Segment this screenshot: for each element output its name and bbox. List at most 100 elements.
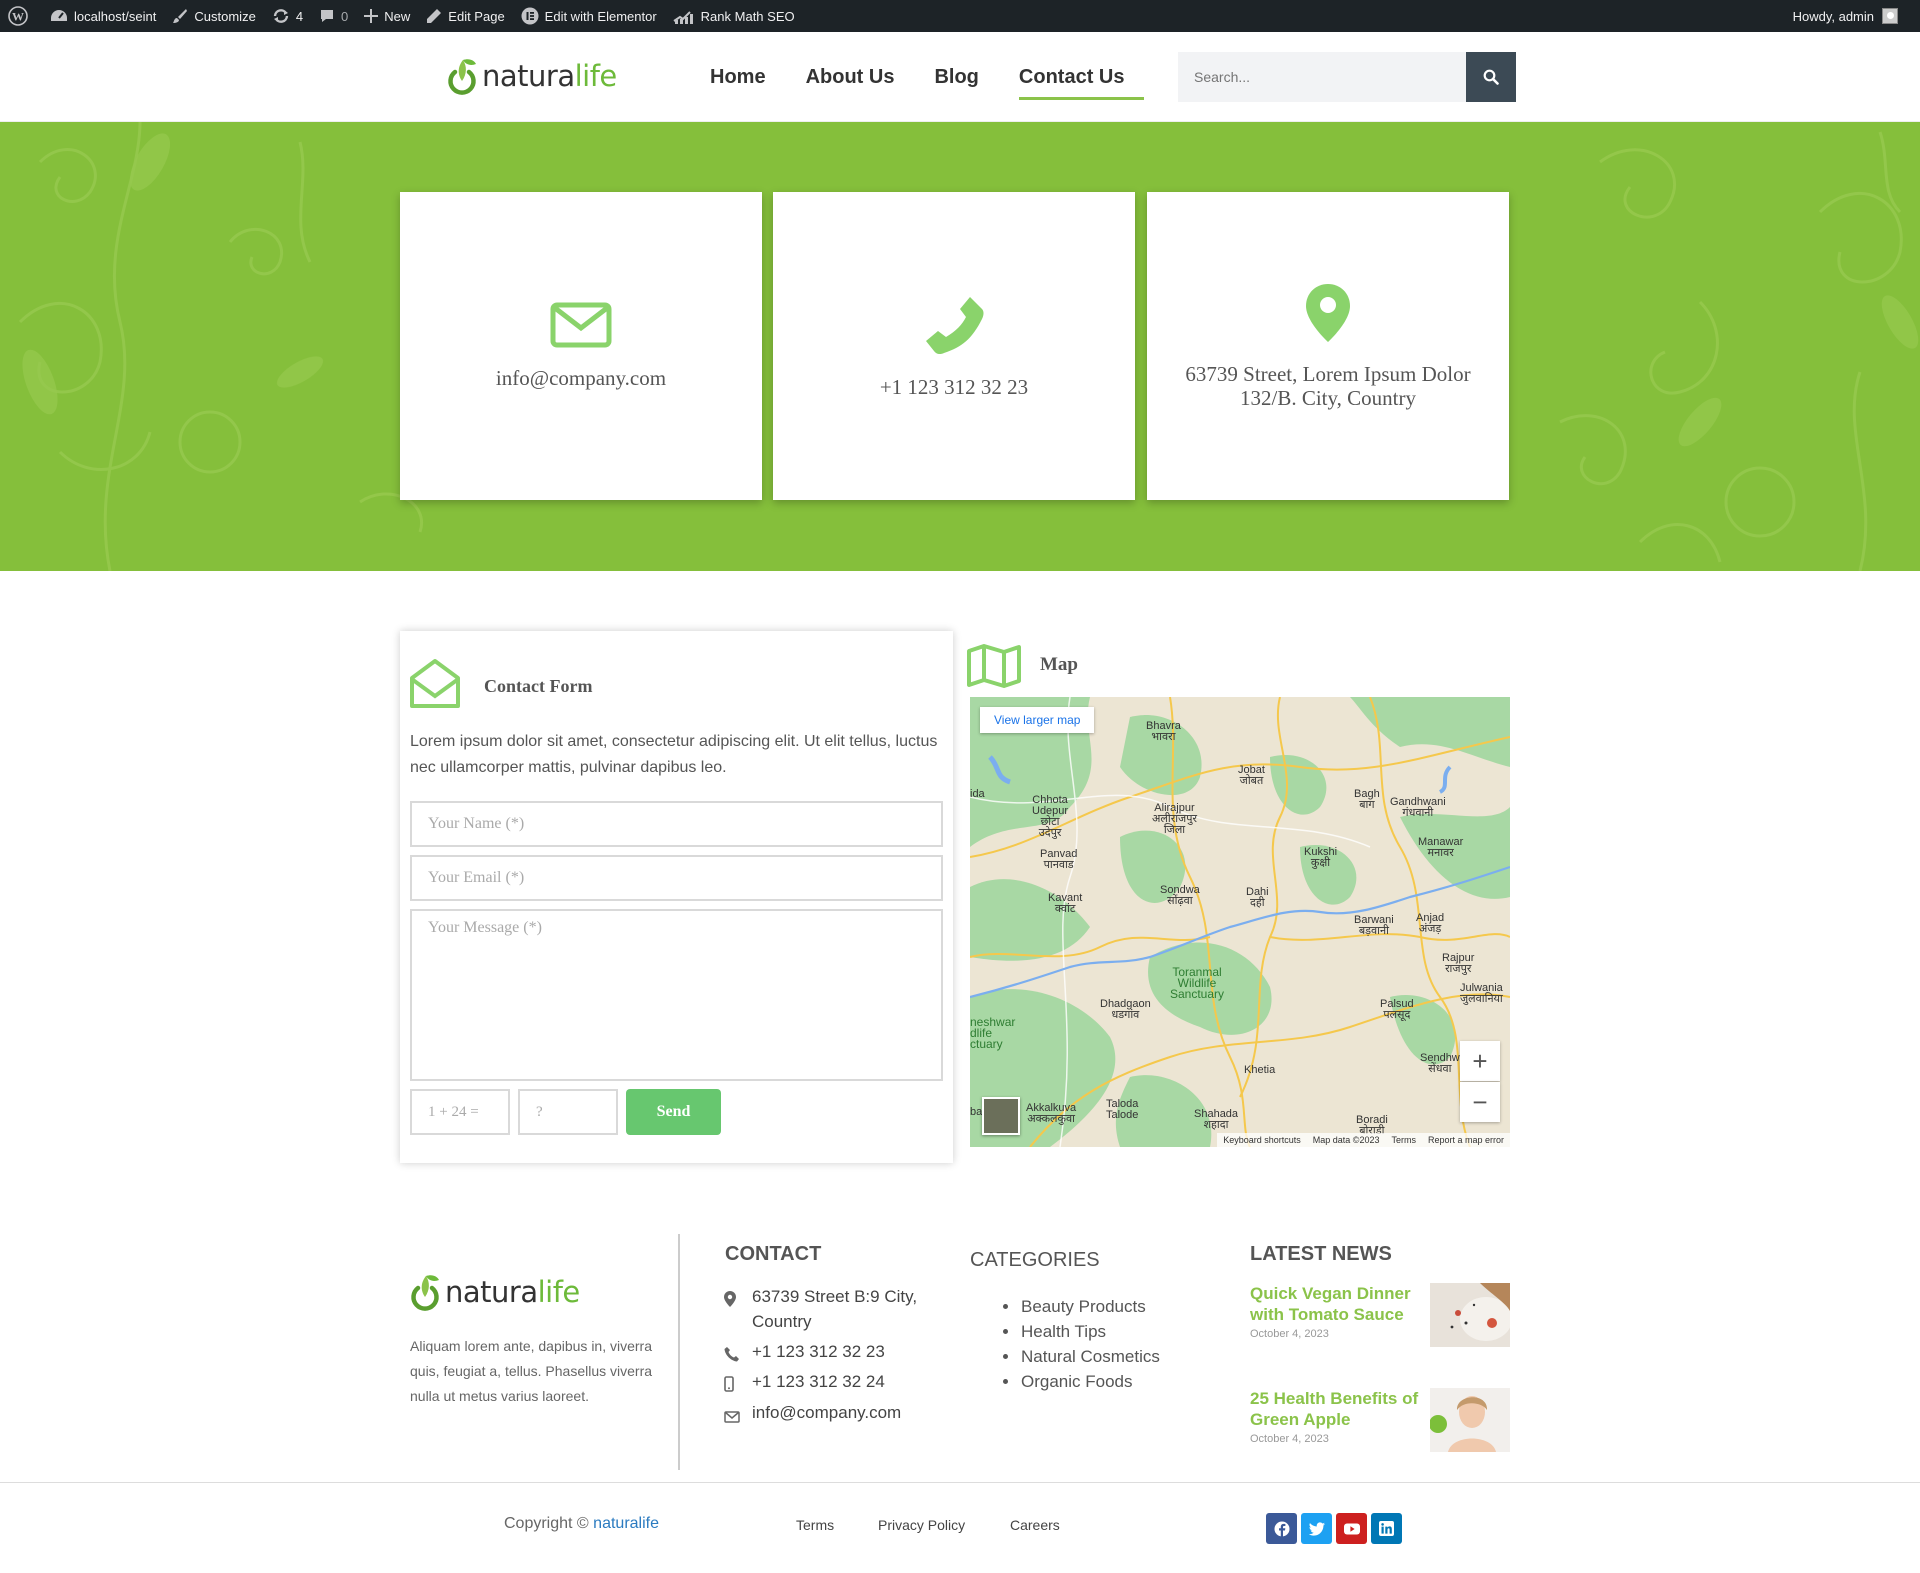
- site-logo[interactable]: naturalife: [445, 56, 617, 96]
- map-label-bhavra: Bhavra भावरा: [1146, 720, 1181, 743]
- logo-text: naturalife: [482, 59, 617, 93]
- contact-form-description: Lorem ipsum dolor sit amet, consectetur …: [410, 733, 938, 776]
- admin-bar-comments[interactable]: 0: [311, 0, 356, 32]
- category-natural-cosmetics[interactable]: Natural Cosmetics: [1000, 1344, 1160, 1369]
- address-info-card: 63739 Street, Lorem Ipsum Dolor 132/B. C…: [1147, 192, 1509, 500]
- map-label-dhadgaon: Dhadgaon धडगांव: [1100, 998, 1151, 1021]
- footer-link-terms[interactable]: Terms: [796, 1517, 834, 1533]
- open-envelope-icon: [410, 659, 460, 708]
- facebook-button[interactable]: [1266, 1513, 1297, 1544]
- footer-link-careers[interactable]: Careers: [1010, 1517, 1060, 1533]
- footer-latest-news-heading: LATEST NEWS: [1250, 1243, 1392, 1265]
- map-marker-icon: [724, 1291, 736, 1307]
- message-field[interactable]: Your Message (*): [410, 909, 943, 1081]
- map-label-bagh: Bagh बाग: [1354, 788, 1380, 811]
- news-item[interactable]: 25 Health Benefits of Green Apple Octobe…: [1250, 1388, 1510, 1452]
- map-label-julwania: Julwania जुलवानिया: [1460, 982, 1503, 1005]
- admin-bar-rank-math[interactable]: Rank Math SEO: [665, 0, 803, 32]
- category-organic-foods[interactable]: Organic Foods: [1000, 1369, 1160, 1394]
- linkedin-icon: [1379, 1521, 1394, 1536]
- admin-bar-customize[interactable]: Customize: [164, 0, 263, 32]
- envelope-icon: [550, 302, 612, 348]
- map-label-rajpur: Rajpur राजपुर: [1442, 952, 1475, 975]
- map-label-barwani: Barwani बड़वानी: [1354, 914, 1394, 937]
- admin-bar-edit-page[interactable]: Edit Page: [418, 0, 512, 32]
- site-name: localhost/seint: [74, 8, 157, 24]
- zoom-out-button[interactable]: −: [1460, 1082, 1500, 1122]
- map-attribution: Keyboard shortcuts Map data ©2023 Terms …: [1217, 1133, 1510, 1147]
- phone-icon: [926, 297, 984, 355]
- report-map-error-link[interactable]: Report a map error: [1428, 1135, 1504, 1145]
- contact-hero-section: info@company.com +1 123 312 32 23 63739 …: [0, 122, 1920, 571]
- copyright-brand-link[interactable]: naturalife: [593, 1515, 659, 1532]
- email-placeholder: Your Email (*): [428, 869, 525, 886]
- satellite-toggle[interactable]: [982, 1097, 1020, 1135]
- admin-bar-new[interactable]: New: [356, 0, 418, 32]
- map-label-khetia: Khetia: [1244, 1064, 1276, 1076]
- footer-logo[interactable]: naturalife: [408, 1272, 580, 1312]
- send-button[interactable]: Send: [626, 1089, 721, 1135]
- news-title[interactable]: Quick Vegan Dinner with Tomato Sauce: [1250, 1283, 1430, 1325]
- plus-icon: [364, 9, 379, 23]
- map-label-ba: ba: [970, 1106, 983, 1118]
- nav-contact-us[interactable]: Contact Us: [999, 32, 1145, 122]
- twitter-button[interactable]: [1301, 1513, 1332, 1544]
- google-map[interactable]: View larger map Bhavra भावरा Jobat जोबत …: [970, 697, 1510, 1147]
- footer-contact-heading: CONTACT: [725, 1243, 822, 1265]
- map-terms-link[interactable]: Terms: [1391, 1135, 1416, 1145]
- email-text: info@company.com: [495, 366, 667, 390]
- search-input[interactable]: [1178, 52, 1466, 102]
- category-beauty-products[interactable]: Beauty Products: [1000, 1294, 1160, 1319]
- rank-math-icon: [673, 11, 693, 24]
- edit-page-label: Edit Page: [448, 8, 505, 24]
- footer-divider: [678, 1234, 680, 1470]
- name-field[interactable]: Your Name (*): [410, 801, 943, 847]
- admin-bar-site-link[interactable]: localhost/seint: [42, 0, 164, 32]
- news-item[interactable]: Quick Vegan Dinner with Tomato Sauce Oct…: [1250, 1283, 1510, 1347]
- map-label-alirajpur: Alirajpur अलीराजपुर जिला: [1152, 802, 1197, 836]
- captcha-question: 1 + 24 =: [410, 1089, 510, 1135]
- edit-elementor-label: Edit with Elementor: [544, 8, 657, 24]
- nav-home[interactable]: Home: [690, 32, 786, 122]
- map-label-kukshi: Kukshi कुक्षी: [1304, 846, 1338, 869]
- svg-text:W: W: [12, 10, 24, 24]
- footer-link-privacy-policy[interactable]: Privacy Policy: [878, 1517, 965, 1533]
- zoom-in-button[interactable]: +: [1460, 1041, 1500, 1081]
- location-pin-icon: [1306, 284, 1350, 342]
- email-info-card: info@company.com: [400, 192, 762, 500]
- mobile-icon: [724, 1376, 734, 1392]
- view-larger-map-link[interactable]: View larger map: [980, 707, 1095, 733]
- admin-bar-account[interactable]: Howdy, admin: [1793, 0, 1898, 32]
- search-button[interactable]: [1466, 52, 1516, 102]
- youtube-button[interactable]: [1336, 1513, 1367, 1544]
- news-thumbnail-vegan-dinner[interactable]: [1430, 1283, 1510, 1347]
- nav-about-us[interactable]: About Us: [786, 32, 915, 122]
- news-thumbnail-green-apple[interactable]: [1430, 1388, 1510, 1452]
- map-label-anjad: Anjad अंजड़: [1416, 912, 1445, 935]
- admin-bar-updates[interactable]: 4: [264, 0, 311, 32]
- map-label-chhota-udepur: Chhota Udepur छोटा उदेपुर: [1032, 794, 1069, 839]
- avatar: [1882, 8, 1898, 24]
- map-label-gandhwani: Gandhwani गंधवानी: [1390, 796, 1446, 819]
- footer-mobile: +1 123 312 32 24: [724, 1369, 885, 1399]
- category-health-tips[interactable]: Health Tips: [1000, 1319, 1160, 1344]
- keyboard-shortcuts-link[interactable]: Keyboard shortcuts: [1223, 1135, 1301, 1145]
- elementor-icon: [521, 7, 539, 25]
- linkedin-button[interactable]: [1371, 1513, 1402, 1544]
- envelope-icon: [724, 1411, 740, 1423]
- captcha-answer-input[interactable]: ?: [518, 1089, 618, 1135]
- footer-bottom-bar: Copyright © naturalife Terms Privacy Pol…: [0, 1482, 1920, 1573]
- map-icon: [967, 644, 1021, 688]
- email-field[interactable]: Your Email (*): [410, 855, 943, 901]
- wp-admin-bar: W localhost/seint Customize 4 0 New Edit…: [0, 0, 1920, 32]
- nav-blog[interactable]: Blog: [914, 32, 998, 122]
- map-label-sondwa: Sondwa सोंढ़वा: [1160, 884, 1200, 907]
- pencil-icon: [427, 9, 442, 23]
- brush-icon: [173, 9, 188, 23]
- admin-bar-edit-elementor[interactable]: Edit with Elementor: [513, 0, 665, 32]
- updates-count: 4: [295, 8, 304, 24]
- news-title[interactable]: 25 Health Benefits of Green Apple: [1250, 1388, 1430, 1430]
- dashboard-icon: [51, 10, 67, 21]
- wordpress-logo-icon[interactable]: W: [0, 0, 42, 32]
- footer-address: 63739 Street B:9 City, Country: [724, 1284, 932, 1334]
